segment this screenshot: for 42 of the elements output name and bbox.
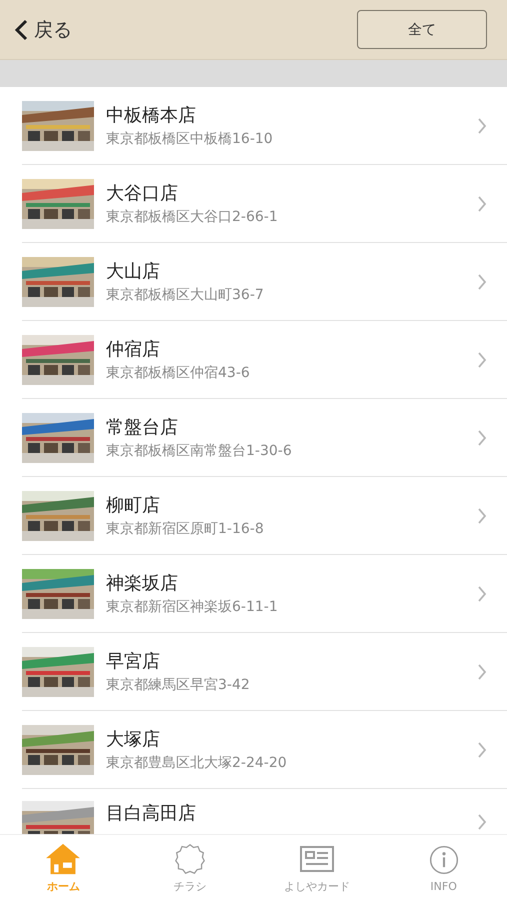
store-name: 神楽坂店 <box>106 572 179 595</box>
chevron-right-icon <box>477 194 487 212</box>
chevron-right-icon <box>477 740 487 758</box>
store-address: 東京都練馬区早宮3-42 <box>106 676 251 694</box>
chevron-right-icon <box>477 506 487 524</box>
chevron-right-icon <box>477 350 487 368</box>
store-address: 東京都板橋区南常盤台1-30-6 <box>106 442 293 460</box>
store-name: 大谷口店 <box>106 182 179 205</box>
chevron-right-icon <box>477 428 487 446</box>
store-address: 東京都板橋区中板橋16-10 <box>106 130 274 148</box>
store-row[interactable]: 神楽坂店 東京都新宿区神楽坂6-11-1 <box>22 555 507 633</box>
store-address: 東京都新宿区神楽坂6-11-1 <box>106 598 279 616</box>
back-chevron-icon <box>14 18 28 40</box>
store-address: 東京都豊島区北大塚2-24-20 <box>106 754 288 772</box>
store-row[interactable]: 柳町店 東京都新宿区原町1-16-8 <box>22 477 507 555</box>
chevron-right-icon <box>477 116 487 134</box>
store-name: 大山店 <box>106 260 161 283</box>
chevron-right-icon <box>477 272 487 290</box>
store-row[interactable]: 常盤台店 東京都板橋区南常盤台1-30-6 <box>22 399 507 477</box>
store-address: 東京都板橋区大山町36-7 <box>106 286 265 304</box>
store-row[interactable]: 仲宿店 東京都板橋区仲宿43-6 <box>22 321 507 399</box>
store-name: 中板橋本店 <box>106 104 197 127</box>
house-icon <box>45 842 82 874</box>
store-name: 柳町店 <box>106 494 161 517</box>
store-name: 大塚店 <box>106 728 161 751</box>
store-address: 東京都新宿区原町1-16-8 <box>106 520 265 538</box>
store-row[interactable]: 早宮店 東京都練馬区早宮3-42 <box>22 633 507 711</box>
store-address: 東京都板橋区大谷口2-66-1 <box>106 208 279 226</box>
store-name: 早宮店 <box>106 650 161 673</box>
store-row[interactable]: 大山店 東京都板橋区大山町36-7 <box>22 243 507 321</box>
chevron-right-icon <box>477 584 487 602</box>
store-name: 常盤台店 <box>106 416 179 439</box>
store-name: 仲宿店 <box>106 338 161 361</box>
chevron-right-icon <box>477 662 487 680</box>
store-row[interactable]: 中板橋本店 東京都板橋区中板橋16-10 <box>22 87 507 165</box>
store-name: 目白高田店 <box>106 802 197 825</box>
back-button[interactable]: 戻る <box>10 12 76 46</box>
store-row[interactable]: 大谷口店 東京都板橋区大谷口2-66-1 <box>22 165 507 243</box>
store-row[interactable]: 大塚店 東京都豊島区北大塚2-24-20 <box>22 711 507 789</box>
chevron-right-icon <box>477 813 487 831</box>
store-address: 東京都板橋区仲宿43-6 <box>106 364 251 382</box>
all-button[interactable]: 全て <box>357 10 487 49</box>
